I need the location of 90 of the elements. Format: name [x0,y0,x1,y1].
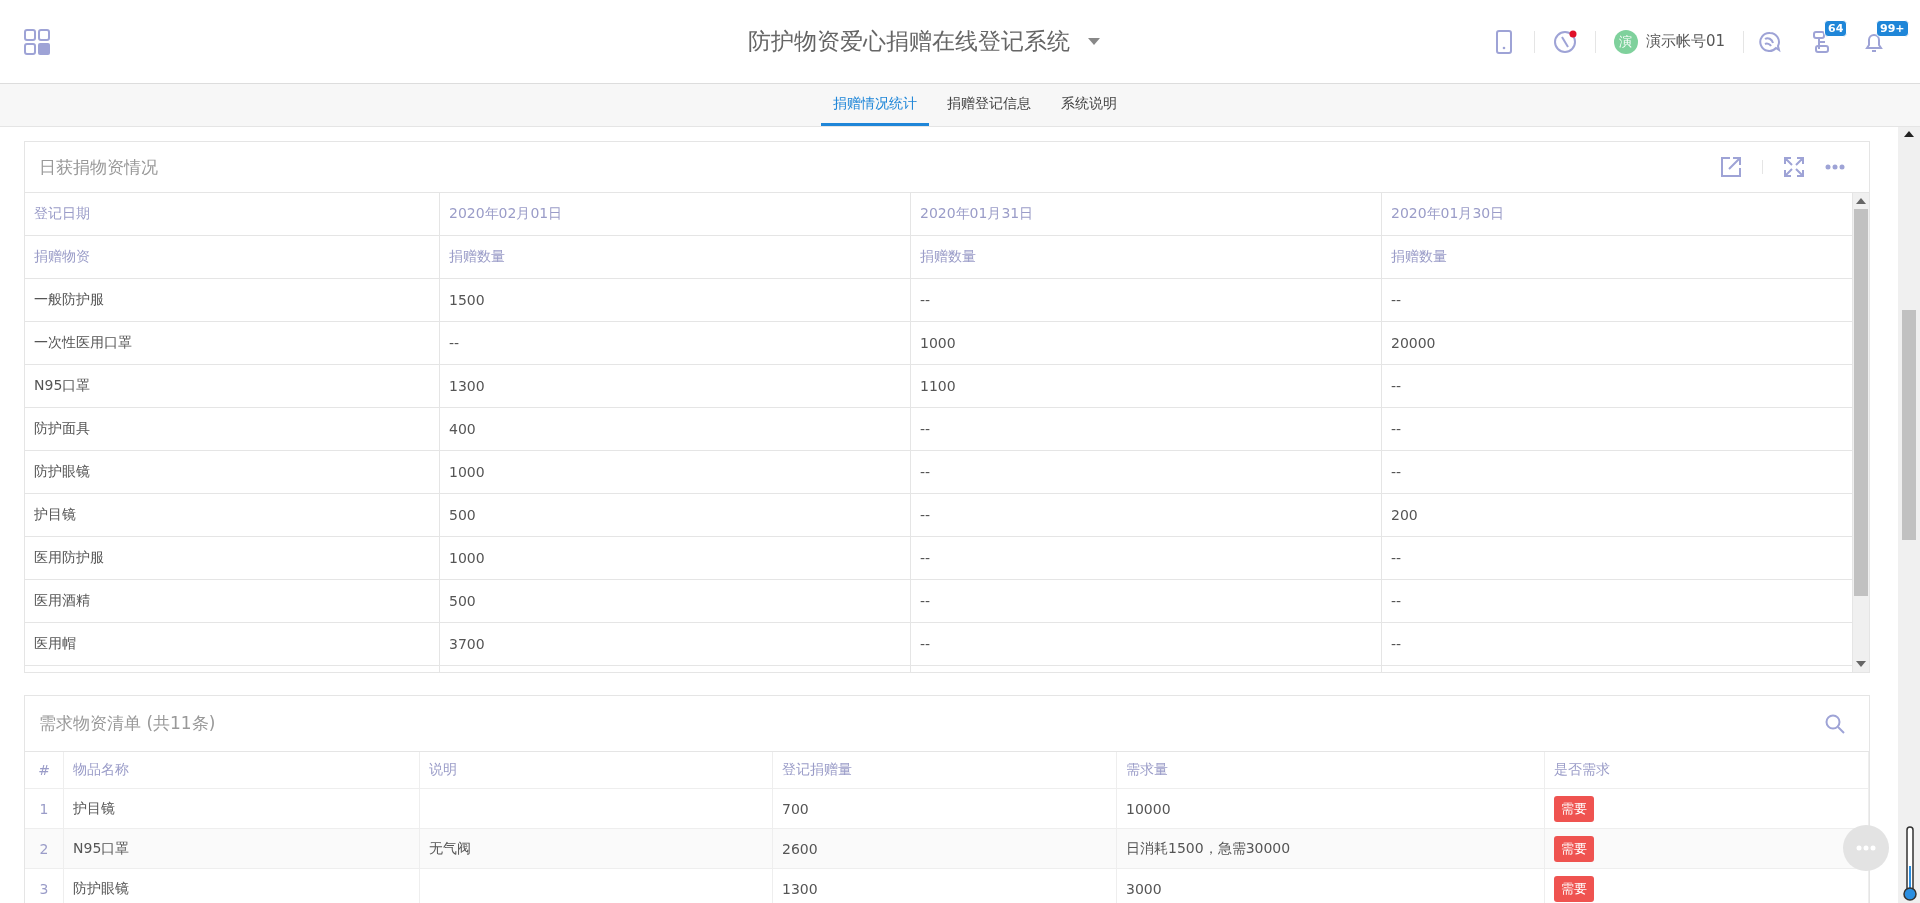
tab[interactable]: 捐赠情况统计 [821,84,929,126]
card-title: 需求物资清单 (共11条) [39,712,216,735]
table-cell: 无气阀 [419,828,773,869]
table-cell: 医用帽 [25,622,440,666]
table-cell: -- [910,622,1382,666]
table-cell: 1300 [772,868,1117,903]
tab[interactable]: 系统说明 [1049,84,1129,126]
table-header-cell: 2020年01月31日 [910,193,1382,236]
table-cell: 医用酒精 [25,579,440,623]
user-name[interactable]: 演示帐号01 [1645,32,1725,51]
scroll-up-arrow-icon[interactable] [1856,198,1866,204]
table-cell: 1000 [439,450,911,494]
table-header-cell: 登记日期 [25,193,440,236]
table-cell: -- [439,321,911,365]
table-cell: N95口罩 [25,364,440,408]
status-tag: 需要 [1554,795,1594,822]
table-cell: -- [910,493,1382,537]
card-title: 日获捐物资情况 [39,155,158,179]
table-cell: -- [1381,622,1853,666]
table-cell: 防护面具 [25,407,440,451]
table-cell: 3700 [439,622,911,666]
more-icon [1856,845,1876,851]
table-scrollbar[interactable] [1853,193,1869,672]
status-tag: 需要 [1554,875,1594,902]
chat-icon[interactable] [1758,29,1782,54]
table-cell: -- [1381,579,1853,623]
fullscreen-icon[interactable] [1783,156,1805,178]
table-cell: 200 [1381,493,1853,537]
table-cell: -- [1381,450,1853,494]
open-external-icon[interactable] [1720,156,1742,178]
column-header: 是否需求 [1544,752,1869,789]
count-badge: 99+ [1876,19,1909,37]
table-cell: 防护眼镜 [63,868,420,903]
caret-icon[interactable] [1087,37,1100,46]
row-number: 2 [25,828,64,869]
table-cell: 3000 [1116,868,1545,903]
table-cell: 1000 [910,321,1382,365]
table-cell: 500 [439,579,911,623]
column-header: # [25,752,64,789]
app-grid-icon[interactable] [24,28,50,55]
table-header-cell: 2020年01月30日 [1381,193,1853,236]
table-cell: 2600 [772,828,1117,869]
search-icon[interactable] [1825,713,1845,734]
table-cell: -- [910,579,1382,623]
table-cell: -- [1381,278,1853,322]
row-number: 1 [25,788,64,829]
table-cell: -- [1381,407,1853,451]
table-cell: 400 [439,407,911,451]
count-badge: 64 [1824,19,1848,37]
table-header-cell: 捐赠数量 [910,235,1382,279]
table-cell: -- [910,450,1382,494]
more-icon[interactable] [1825,164,1845,170]
table-header-cell: 2020年02月01日 [439,193,911,236]
column-header: 物品名称 [63,752,420,789]
table-cell: 1000 [439,536,911,580]
table-cell: 一般防护服 [25,278,440,322]
table-cell: 医用防护服 [25,536,440,580]
table-cell: -- [1381,364,1853,408]
slider-icon [1903,826,1917,902]
table-cell: -- [910,407,1382,451]
table-cell: 一次性医用口罩 [25,321,440,365]
table-cell: -- [1381,536,1853,580]
more-button[interactable] [1843,825,1889,871]
table-cell: 500 [439,493,911,537]
table-cell: 护目镜 [63,788,420,829]
table-cell: 1100 [910,364,1382,408]
table-cell: -- [910,536,1382,580]
tab[interactable]: 捐赠登记信息 [935,84,1043,126]
table-cell: -- [910,278,1382,322]
page-scrollbar[interactable] [1898,127,1920,903]
table-cell: 20000 [1381,321,1853,365]
table-cell: 700 [772,788,1117,829]
table-cell: 1300 [439,364,911,408]
table-header-cell: 捐赠数量 [439,235,911,279]
table-header-cell: 捐赠物资 [25,235,440,279]
scroll-down-arrow-icon[interactable] [1856,661,1866,667]
table-cell: 护目镜 [25,493,440,537]
compass-icon[interactable] [1552,29,1577,54]
table-cell: 1500 [439,278,911,322]
table-cell: 防护眼镜 [25,450,440,494]
column-header: 说明 [419,752,773,789]
table-cell: N95口罩 [63,828,420,869]
column-header: 登记捐赠量 [772,752,1117,789]
table-header-cell: 捐赠数量 [1381,235,1853,279]
table-cell: 日消耗1500，急需30000 [1116,828,1545,869]
column-header: 需求量 [1116,752,1545,789]
row-number: 3 [25,868,64,903]
table-cell: 10000 [1116,788,1545,829]
status-tag: 需要 [1554,835,1594,862]
system-title: 防护物资爱心捐赠在线登记系统 [747,27,1070,56]
